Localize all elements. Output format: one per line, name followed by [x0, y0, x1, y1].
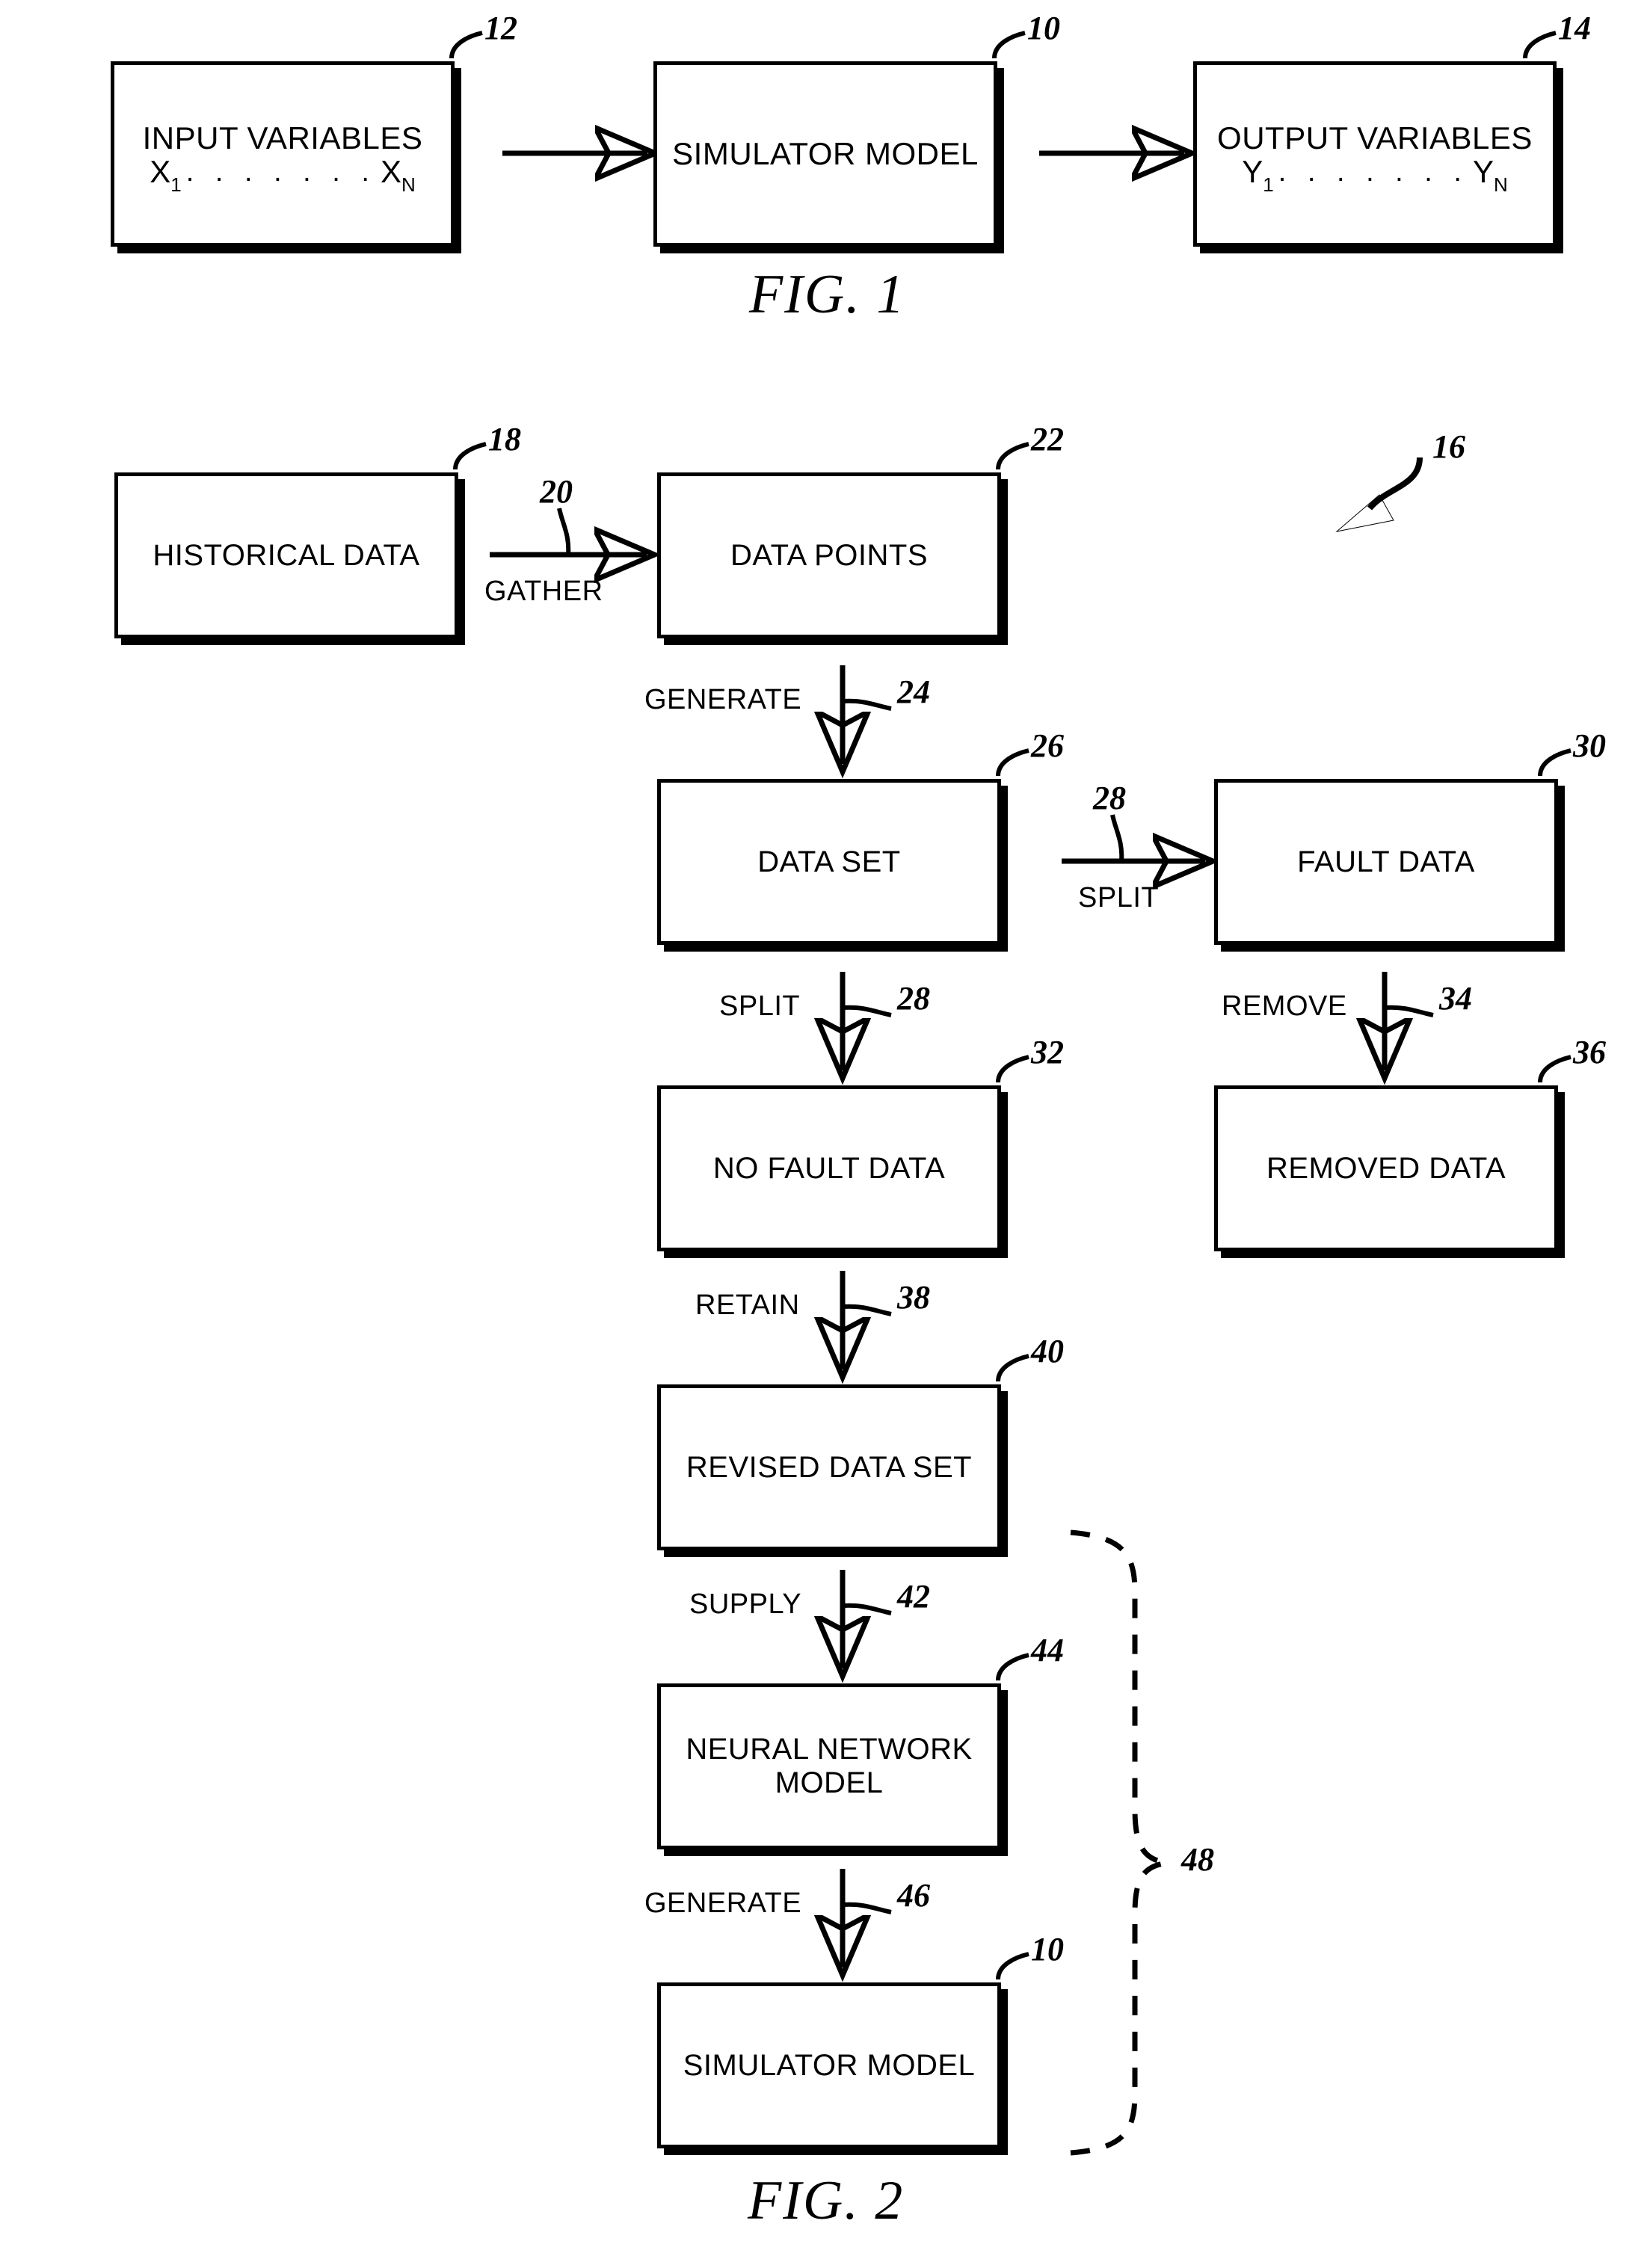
box-label-no-fault-data: NO FAULT DATA	[712, 1151, 946, 1185]
ref-numeral-40: 40	[1031, 1333, 1064, 1369]
box-label-data-points: DATA POINTS	[730, 538, 929, 572]
patent-drawing-sheet: INPUT VARIABLES X1. . . . . . .XN 12 SIM…	[0, 0, 1650, 2268]
ref-numeral-28-vertical: 28	[897, 980, 930, 1017]
box-simulator-model-fig2[interactable]: SIMULATOR MODEL	[657, 1982, 1001, 2148]
step-label-generate-24: GENERATE	[644, 684, 802, 715]
leader-ref-32	[996, 1055, 1029, 1083]
leader-ref-22	[996, 442, 1029, 470]
output-var-first: Y	[1242, 153, 1263, 189]
input-var-last: X	[380, 153, 401, 189]
ref-numeral-26: 26	[1031, 727, 1064, 764]
input-var-dots: . . . . . . .	[185, 155, 376, 188]
leader-ref-18	[453, 442, 487, 470]
leader-ref-10b	[996, 1952, 1029, 1980]
box-fault-data[interactable]: FAULT DATA	[1214, 779, 1558, 945]
figure-caption-1: FIG. 1	[749, 264, 906, 325]
step-label-split-vertical: SPLIT	[719, 990, 801, 1022]
leader-ref-40	[996, 1354, 1029, 1382]
box-label-neural-network-model-line1: NEURAL NETWORK	[686, 1733, 973, 1766]
leader-ref-12	[449, 31, 483, 59]
box-data-set[interactable]: DATA SET	[657, 779, 1001, 945]
step-label-retain: RETAIN	[695, 1289, 800, 1321]
tick-ref-38	[842, 1304, 892, 1316]
box-label-data-set: DATA SET	[757, 845, 901, 878]
box-historical-data[interactable]: HISTORICAL DATA	[114, 472, 458, 638]
ref-numeral-30: 30	[1573, 727, 1606, 764]
box-label-simulator-model: SIMULATOR MODEL	[672, 136, 979, 172]
ref-numeral-16: 16	[1432, 428, 1465, 465]
ref-numeral-36: 36	[1573, 1034, 1606, 1070]
box-label-input-variables: INPUT VARIABLES	[142, 120, 423, 156]
leader-ref-36	[1538, 1055, 1571, 1083]
box-no-fault-data[interactable]: NO FAULT DATA	[657, 1085, 1001, 1251]
box-label-output-variables: OUTPUT VARIABLES	[1217, 120, 1533, 156]
box-neural-network-model[interactable]: NEURAL NETWORK MODEL	[657, 1683, 1001, 1849]
box-label-revised-data-set: REVISED DATA SET	[686, 1450, 973, 1484]
bracket-48-lower	[1070, 1860, 1169, 2156]
arrowhead-ref-16	[1335, 494, 1394, 532]
ref-numeral-48: 48	[1181, 1841, 1214, 1878]
figure-caption-2: FIG. 2	[748, 2170, 905, 2231]
output-var-dots: . . . . . . .	[1278, 155, 1468, 188]
output-variables-range: Y1. . . . . . .YN	[1242, 153, 1508, 194]
ref-numeral-34: 34	[1439, 980, 1472, 1017]
ref-numeral-10: 10	[1027, 10, 1060, 46]
output-var-first-sub: 1	[1263, 173, 1274, 196]
input-var-last-sub: N	[401, 173, 416, 196]
box-input-variables[interactable]: INPUT VARIABLES X1. . . . . . .XN	[111, 61, 455, 247]
leader-ref-10	[992, 31, 1026, 59]
tick-ref-24	[842, 698, 892, 711]
output-var-last-sub: N	[1493, 173, 1508, 196]
ref-numeral-38: 38	[897, 1279, 930, 1316]
ref-numeral-20: 20	[540, 473, 573, 510]
tick-ref-28-h	[1110, 814, 1124, 862]
tick-ref-34	[1384, 1005, 1434, 1017]
box-label-simulator-model-fig2: SIMULATOR MODEL	[683, 2048, 976, 2082]
leader-ref-14	[1523, 31, 1557, 59]
ref-numeral-28-horizontal: 28	[1093, 780, 1126, 816]
ref-numeral-18: 18	[488, 421, 521, 457]
step-label-gather: GATHER	[484, 576, 603, 607]
box-label-historical-data: HISTORICAL DATA	[153, 538, 420, 572]
leader-ref-30	[1538, 748, 1571, 777]
box-revised-data-set[interactable]: REVISED DATA SET	[657, 1384, 1001, 1550]
input-var-first-sub: 1	[170, 173, 182, 196]
ref-numeral-10-fig2: 10	[1031, 1931, 1064, 1967]
box-label-neural-network-model-line2: MODEL	[775, 1766, 884, 1799]
tick-ref-20	[557, 508, 571, 555]
step-label-supply: SUPPLY	[689, 1588, 802, 1620]
ref-numeral-14: 14	[1558, 10, 1591, 46]
step-label-remove: REMOVE	[1222, 990, 1347, 1022]
ref-numeral-44: 44	[1031, 1632, 1064, 1668]
leader-ref-26	[996, 748, 1029, 777]
output-var-last: Y	[1472, 153, 1494, 189]
box-data-points[interactable]: DATA POINTS	[657, 472, 1001, 638]
ref-numeral-12: 12	[484, 10, 517, 46]
box-removed-data[interactable]: REMOVED DATA	[1214, 1085, 1558, 1251]
box-output-variables[interactable]: OUTPUT VARIABLES Y1. . . . . . .YN	[1193, 61, 1557, 247]
tick-ref-42	[842, 1603, 892, 1615]
ref-numeral-42: 42	[897, 1578, 930, 1615]
ref-numeral-32: 32	[1031, 1034, 1064, 1070]
box-label-removed-data: REMOVED DATA	[1266, 1151, 1506, 1185]
leader-ref-16	[1367, 457, 1423, 511]
leader-ref-44	[996, 1653, 1029, 1681]
ref-numeral-22: 22	[1031, 421, 1064, 457]
step-label-generate-46: GENERATE	[644, 1888, 802, 1919]
bracket-48-upper	[1070, 1529, 1169, 1866]
box-simulator-model-fig1[interactable]: SIMULATOR MODEL	[653, 61, 997, 247]
input-variables-range: X1. . . . . . .XN	[150, 153, 416, 194]
ref-numeral-24: 24	[897, 674, 930, 710]
tick-ref-28-v	[842, 1005, 892, 1017]
input-var-first: X	[150, 153, 171, 189]
tick-ref-46	[842, 1902, 892, 1914]
ref-numeral-46: 46	[897, 1877, 930, 1914]
box-label-fault-data: FAULT DATA	[1297, 845, 1475, 878]
step-label-split-horizontal: SPLIT	[1078, 882, 1160, 913]
